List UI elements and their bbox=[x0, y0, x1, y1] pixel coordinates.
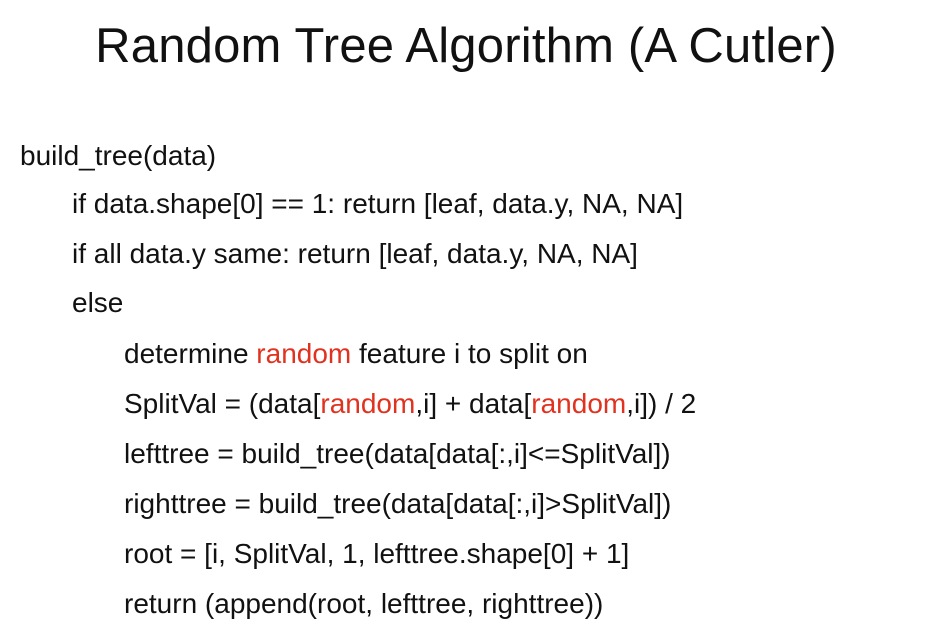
highlight-random: random bbox=[531, 388, 627, 419]
highlight-random: random bbox=[256, 338, 352, 369]
highlight-random: random bbox=[320, 388, 416, 419]
slide-title: Random Tree Algorithm (A Cutler) bbox=[95, 19, 837, 73]
code-line-root: root = [i, SplitVal, 1, lefttree.shape[0… bbox=[124, 538, 630, 569]
code-line-right-tree: righttree = build_tree(data[data[:,i]>Sp… bbox=[124, 488, 672, 519]
code-line-determine-feature: determine random feature i to split on bbox=[124, 336, 588, 372]
code-line-return: return (append(root, lefttree, righttree… bbox=[124, 588, 604, 619]
code-text: ,i] + data[ bbox=[415, 388, 532, 419]
code-text: SplitVal = (data[ bbox=[124, 388, 321, 419]
code-line-split-value: SplitVal = (data[random,i] + data[random… bbox=[124, 386, 696, 422]
code-line-single-row-check: if data.shape[0] == 1: return [leaf, dat… bbox=[72, 188, 684, 219]
code-text: determine bbox=[124, 338, 257, 369]
code-text: feature i to split on bbox=[351, 338, 588, 369]
slide: Random Tree Algorithm (A Cutler) build_t… bbox=[0, 0, 932, 642]
code-text: ,i]) / 2 bbox=[626, 388, 697, 419]
code-line-same-y-check: if all data.y same: return [leaf, data.y… bbox=[72, 238, 638, 269]
code-line-function-def: build_tree(data) bbox=[20, 140, 217, 171]
code-line-left-tree: lefttree = build_tree(data[data[:,i]<=Sp… bbox=[124, 438, 671, 469]
code-line-else: else bbox=[72, 287, 124, 318]
